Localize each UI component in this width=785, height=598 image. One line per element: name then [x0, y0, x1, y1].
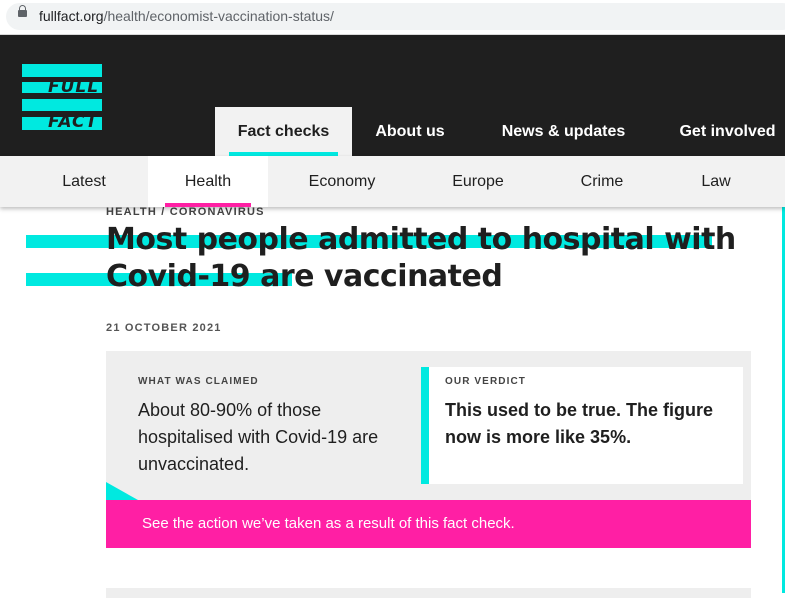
corner-triangle: [106, 482, 138, 500]
claim-label: WHAT WAS CLAIMED: [138, 376, 259, 387]
topic-label: Law: [701, 173, 731, 190]
action-banner[interactable]: See the action we’ve taken as a result o…: [106, 500, 751, 548]
topic-health[interactable]: Health: [148, 156, 268, 207]
publish-date: 21 OCTOBER 2021: [106, 322, 222, 334]
url-domain: fullfact.org: [39, 8, 104, 24]
verdict-text: This used to be true. The figure now is …: [445, 400, 714, 447]
topic-label: Health: [184, 173, 232, 190]
logo-stripe: [22, 99, 102, 111]
topic-economy[interactable]: Economy: [292, 156, 392, 207]
breadcrumb[interactable]: HEALTH / CORONAVIRUS: [106, 206, 265, 218]
topic-label: Crime: [580, 173, 624, 190]
claim-text: About 80-90% of those hospitalised with …: [138, 400, 379, 474]
topic-active-underline: [165, 203, 251, 207]
nav-fact-checks[interactable]: Fact checks: [215, 107, 352, 156]
verdict-label: OUR VERDICT: [445, 376, 526, 387]
nav-news-updates[interactable]: News & updates: [491, 107, 636, 156]
logo-stripe: [22, 64, 102, 77]
topic-label: Economy: [308, 173, 376, 190]
topic-crime[interactable]: Crime: [558, 156, 646, 207]
lock-icon[interactable]: [18, 5, 27, 17]
topic-europe[interactable]: Europe: [430, 156, 526, 207]
full-fact-logo[interactable]: FULL FACT: [22, 64, 102, 132]
nav-label: Get involved: [679, 123, 776, 140]
nav-label: Fact checks: [237, 123, 330, 140]
topic-law[interactable]: Law: [680, 156, 752, 207]
nav-label: About us: [375, 123, 445, 140]
logo-text-fact: FACT: [48, 112, 99, 132]
claim-verdict-card: WHAT WAS CLAIMED About 80-90% of those h…: [106, 351, 751, 548]
topic-label: Europe: [452, 173, 504, 190]
topic-label: Latest: [62, 173, 106, 190]
url-text[interactable]: fullfact.org/health/economist-vaccinatio…: [39, 8, 334, 24]
nav-about-us[interactable]: About us: [362, 107, 458, 156]
nav-label: News & updates: [501, 123, 626, 140]
browser-url-bar: fullfact.org/health/economist-vaccinatio…: [0, 0, 785, 35]
site-header: FULL FACT Fact checks About us News & up…: [0, 35, 785, 156]
next-card: [106, 588, 751, 598]
topic-latest[interactable]: Latest: [40, 156, 128, 207]
url-path: /health/economist-vaccination-status/: [103, 8, 334, 24]
nav-get-involved[interactable]: Get involved: [670, 107, 785, 156]
topic-nav: Latest Health Economy Europe Crime Law: [0, 156, 785, 207]
logo-text-full: FULL: [48, 77, 100, 97]
page-title: Most people admitted to hospital with Co…: [106, 222, 736, 294]
verdict-box: OUR VERDICT This used to be true. The fi…: [421, 367, 743, 484]
action-link[interactable]: See the action we’ve taken as a result o…: [142, 515, 515, 532]
